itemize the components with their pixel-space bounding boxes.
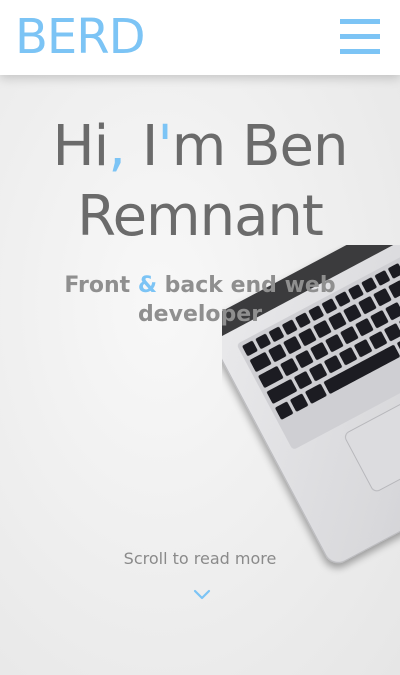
page: BERD Hi, I'm Ben Remnant Front & back en… [0,0,400,675]
hamburger-menu-icon-bar [340,49,380,54]
site-logo[interactable]: BERD [15,8,146,66]
hero-subtitle-part1: Front [64,273,138,298]
hero-title-part2: I [125,114,159,179]
hero-title-comma: , [108,114,126,179]
hero-title: Hi, I'm Ben Remnant [0,112,400,252]
hero-subtitle-part2: back end web [157,273,336,298]
hero-subtitle: Front & back end web developer [0,271,400,329]
scroll-hint-text: Scroll to read more [123,549,277,568]
hero-title-line2: Remnant [77,184,324,249]
hamburger-menu-icon-bar [340,34,380,39]
menu-button[interactable] [340,17,380,57]
hero-subtitle-line2: developer [137,302,263,327]
hero-title-part3: m Ben [171,114,349,179]
hamburger-menu-icon [340,19,380,24]
hero-subtitle-ampersand: & [137,273,158,298]
chevron-down-icon[interactable] [192,588,212,602]
hero-title-part1: Hi [52,114,110,179]
hero-title-apostrophe: ' [157,114,172,179]
site-header: BERD [0,0,400,75]
